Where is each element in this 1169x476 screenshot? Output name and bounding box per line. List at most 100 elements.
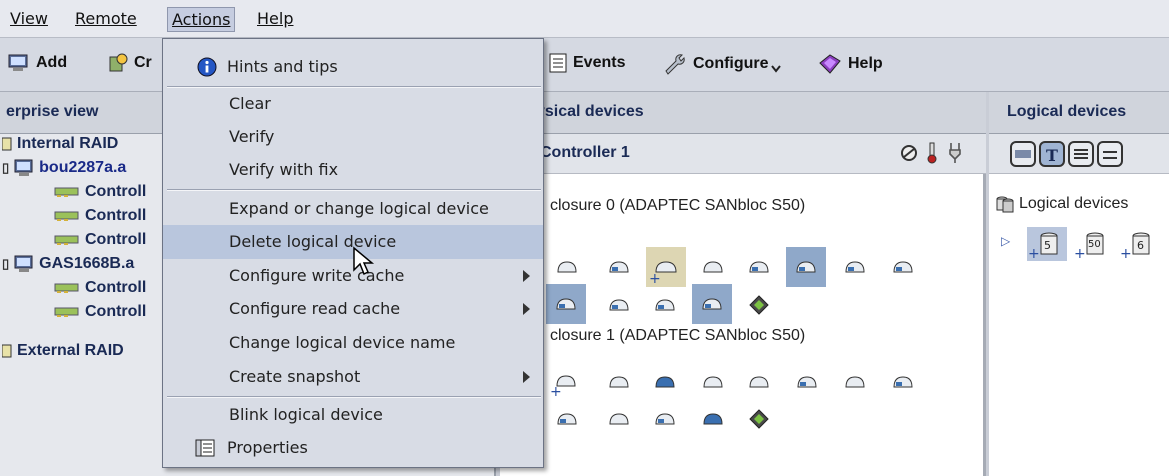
- status-dial-icon[interactable]: [900, 144, 918, 162]
- tree-controller[interactable]: Controll: [54, 303, 146, 321]
- physical-devices-panel: ysical devices Controller 1 closure 0 (A…: [500, 92, 986, 476]
- menu-actions[interactable]: Actions: [167, 7, 236, 32]
- create-button[interactable]: Cr: [108, 53, 152, 73]
- menu-remote[interactable]: Remote: [75, 9, 137, 28]
- properties-list-icon: [195, 439, 215, 457]
- logical-devices-icon: [996, 196, 1014, 213]
- enclosure-chip-icon[interactable]: [744, 290, 774, 320]
- submenu-arrow-icon: [523, 270, 530, 282]
- menu-item-configure-read-cache[interactable]: Configure read cache: [163, 292, 543, 326]
- chevron-down-icon: [770, 65, 781, 73]
- disk-drive-icon[interactable]: [698, 367, 728, 397]
- menu-bar: View Remote Actions Help: [0, 0, 1169, 38]
- tree-controller[interactable]: Controll: [54, 207, 146, 225]
- tree-controller[interactable]: Controll: [54, 279, 146, 297]
- disk-drive-icon[interactable]: [744, 367, 774, 397]
- info-icon: [197, 57, 217, 77]
- logical-devices-panel: Logical devices T Logical devices ▷ + 5 …: [989, 92, 1169, 476]
- menu-item-verify[interactable]: Verify: [163, 120, 543, 154]
- events-list-icon: [549, 53, 567, 73]
- controller-card-icon: [54, 187, 79, 197]
- enclosure-1-title: closure 1 (ADAPTEC SANbloc S50): [550, 327, 806, 344]
- collapse-toggle-icon[interactable]: ▯: [2, 160, 9, 176]
- disk-drive-icon[interactable]: [552, 252, 582, 282]
- svg-text:+: +: [550, 384, 562, 400]
- controller-bar: Controller 1: [500, 134, 986, 174]
- view-chip-icon[interactable]: [1010, 141, 1036, 167]
- menu-help[interactable]: Help: [257, 9, 293, 28]
- menu-separator: [167, 189, 541, 191]
- disk-drive-icon[interactable]: [552, 404, 582, 434]
- disk-drive-icon[interactable]: [604, 367, 634, 397]
- controller-card-icon: [54, 211, 79, 221]
- disk-drive-icon[interactable]: [604, 252, 634, 282]
- menu-item-create-snapshot[interactable]: Create snapshot: [163, 360, 543, 394]
- logical-device-6[interactable]: + 6: [1119, 227, 1159, 262]
- temperature-icon[interactable]: [927, 142, 937, 164]
- tree-external-raid[interactable]: External RAID: [2, 342, 124, 360]
- add-button[interactable]: Add: [8, 53, 67, 73]
- svg-text:+: +: [649, 271, 661, 287]
- disk-drive-icon[interactable]: [698, 252, 728, 282]
- expand-arrow-icon[interactable]: ▷: [1001, 234, 1010, 248]
- tree-internal-raid[interactable]: Internal RAID: [2, 135, 118, 153]
- logical-device-50[interactable]: + 50: [1073, 227, 1113, 262]
- disk-drive-icon[interactable]: [650, 290, 680, 320]
- logical-device-5[interactable]: + 5: [1027, 227, 1067, 262]
- events-button[interactable]: Events: [549, 53, 625, 73]
- wrench-icon: [665, 54, 685, 75]
- view-list-icon[interactable]: [1068, 141, 1094, 167]
- svg-text:+: +: [1074, 246, 1086, 261]
- menu-item-verify-with-fix[interactable]: Verify with fix: [163, 153, 543, 187]
- raid-group-icon: [2, 137, 12, 151]
- help-button[interactable]: Help: [818, 53, 883, 75]
- configure-button[interactable]: Configure: [663, 53, 781, 75]
- view-details-icon[interactable]: [1097, 141, 1123, 167]
- tree-server-bou2287a[interactable]: ▯ bou2287a.a: [2, 159, 126, 177]
- controller-card-icon: [54, 235, 79, 245]
- svg-text:T: T: [1046, 146, 1058, 165]
- menu-item-change-logical-device-name[interactable]: Change logical device name: [163, 326, 543, 360]
- disk-drive-icon[interactable]: [650, 367, 680, 397]
- enclosure-chip-icon[interactable]: [744, 404, 774, 434]
- submenu-arrow-icon: [523, 303, 530, 315]
- raid-group-icon: [2, 344, 12, 358]
- collapse-toggle-icon[interactable]: ▯: [2, 256, 9, 272]
- submenu-arrow-icon: [523, 371, 530, 383]
- help-book-icon: [819, 54, 841, 74]
- menu-item-blink-logical-device[interactable]: Blink logical device: [163, 398, 543, 432]
- logical-devices-header: Logical devices: [989, 92, 1169, 134]
- disk-drive-icon[interactable]: [840, 252, 870, 282]
- disk-drive-icon[interactable]: [604, 404, 634, 434]
- disk-drive-icon[interactable]: [698, 404, 728, 434]
- controller-card-icon: [54, 307, 79, 317]
- menu-item-properties[interactable]: Properties: [163, 431, 543, 465]
- disk-drive-selected-icon[interactable]: [786, 247, 826, 287]
- menu-item-clear[interactable]: Clear: [163, 87, 543, 121]
- mouse-cursor-icon: [353, 246, 375, 276]
- disk-drive-icon[interactable]: [840, 367, 870, 397]
- controller-label: Controller 1: [540, 144, 630, 161]
- disk-drive-selected-icon[interactable]: [692, 284, 732, 324]
- menu-view[interactable]: View: [10, 9, 48, 28]
- tree-server-gas1668b[interactable]: ▯ GAS1668B.a: [2, 255, 134, 273]
- disk-drive-icon[interactable]: [744, 252, 774, 282]
- disk-drive-icon[interactable]: [888, 252, 918, 282]
- view-text-icon[interactable]: T: [1039, 141, 1065, 167]
- add-server-icon: [8, 54, 28, 71]
- server-icon: [14, 159, 33, 176]
- power-plug-icon[interactable]: [948, 142, 962, 164]
- disk-drive-hotspare-icon[interactable]: +: [548, 364, 584, 400]
- disk-drive-icon[interactable]: [888, 367, 918, 397]
- menu-item-expand-or-change-logical-device[interactable]: Expand or change logical device: [163, 192, 543, 226]
- controller-card-icon: [54, 283, 79, 293]
- disk-drive-hotspare-icon[interactable]: +: [646, 247, 686, 287]
- tree-controller[interactable]: Controll: [54, 183, 146, 201]
- logical-devices-tree-root[interactable]: Logical devices: [995, 195, 1128, 213]
- tree-controller[interactable]: Controll: [54, 231, 146, 249]
- disk-drive-icon[interactable]: [604, 290, 634, 320]
- menu-item-hints-and-tips[interactable]: Hints and tips: [163, 50, 543, 84]
- disk-drive-icon[interactable]: [650, 404, 680, 434]
- disk-drive-selected-icon[interactable]: [546, 284, 586, 324]
- disk-drive-icon[interactable]: [792, 367, 822, 397]
